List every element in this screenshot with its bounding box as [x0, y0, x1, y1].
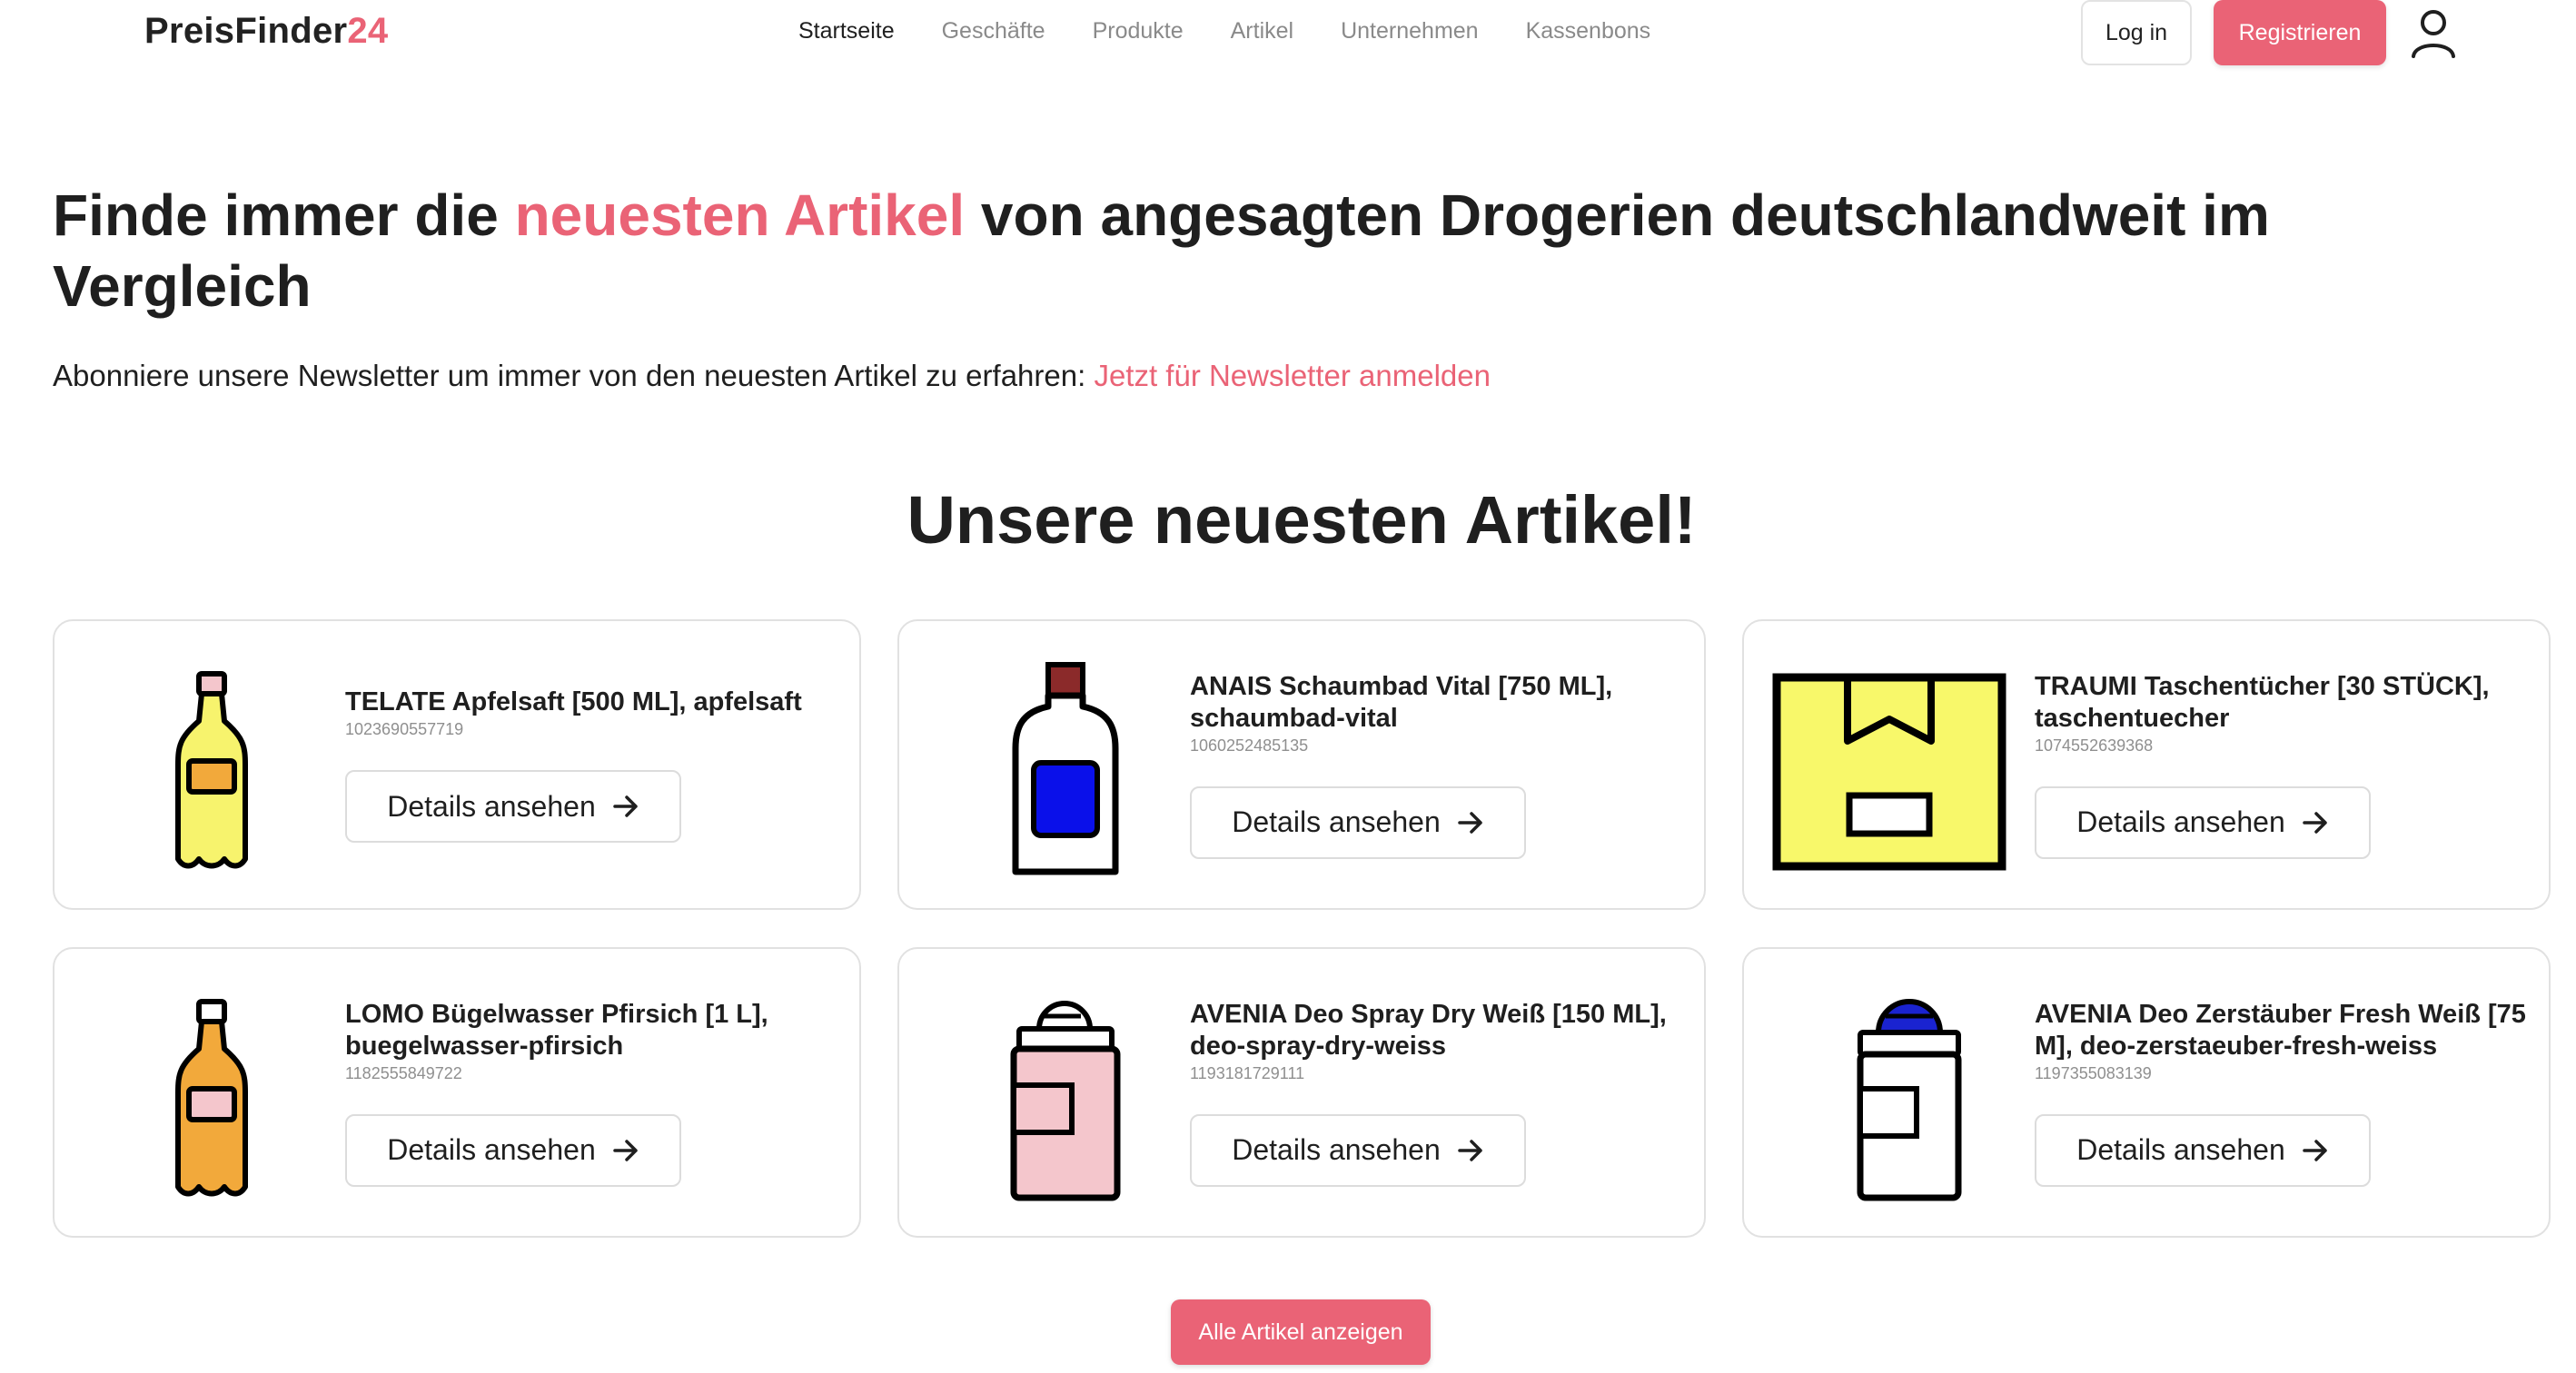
product-name: LOMO Bügelwasser Pfirsich [1 L], buegelw… — [345, 999, 768, 1061]
nav-artikel[interactable]: Artikel — [1231, 18, 1293, 44]
details-button[interactable]: Details ansehen — [1190, 1113, 1526, 1187]
product-name: AVENIA Deo Spray Dry Weiß [150 ML], deo-… — [1190, 999, 1667, 1061]
login-button[interactable]: Log in — [2081, 0, 2192, 65]
product-info: AVENIA Deo Spray Dry Weiß [150 ML], deo-… — [1190, 949, 1686, 1236]
product-ean: 1182555849722 — [345, 1063, 462, 1082]
product-card: AVENIA Deo Spray Dry Weiß [150 ML], deo-… — [897, 947, 1706, 1238]
product-card: TRAUMI Taschentücher [30 STÜCK], taschen… — [1742, 619, 2551, 910]
product-ean: 1060252485135 — [1190, 736, 1309, 755]
product-info: AVENIA Deo Zerstäuber Fresh Weiß [75 M],… — [2035, 949, 2531, 1236]
product-ean: 1023690557719 — [345, 720, 464, 738]
nav-startseite[interactable]: Startseite — [798, 18, 895, 44]
product-card: TELATE Apfelsaft [500 ML], apfelsaft 102… — [53, 619, 861, 910]
box-icon — [1772, 673, 2006, 871]
logo-accent: 24 — [347, 11, 389, 51]
arrow-right-icon — [1457, 811, 1482, 834]
main-nav: Startseite Geschäfte Produkte Artikel Un… — [798, 18, 1650, 44]
hero-title-accent: neuesten Artikel — [514, 183, 966, 248]
arrow-right-icon — [612, 1139, 638, 1161]
details-label: Details ansehen — [387, 789, 596, 823]
product-name: AVENIA Deo Zerstäuber Fresh Weiß [75 M],… — [2035, 999, 2526, 1061]
arrow-right-icon — [612, 795, 638, 817]
arrow-right-icon — [1457, 1139, 1482, 1161]
product-ean: 1074552639368 — [2035, 736, 2154, 755]
nav-kassenbons[interactable]: Kassenbons — [1526, 18, 1651, 44]
details-label: Details ansehen — [2076, 1133, 2285, 1166]
nav-geschaefte[interactable]: Geschäfte — [942, 18, 1045, 44]
details-button[interactable]: Details ansehen — [2035, 785, 2371, 859]
product-info: TELATE Apfelsaft [500 ML], apfelsaft 102… — [345, 621, 841, 908]
user-icon[interactable] — [2410, 7, 2457, 58]
newsletter-text: Abonniere unsere Newsletter um immer von… — [53, 359, 1491, 393]
product-ean: 1197355083139 — [2035, 1063, 2152, 1082]
nav-unternehmen[interactable]: Unternehmen — [1341, 18, 1478, 44]
newsletter-link[interactable]: Jetzt für Newsletter anmelden — [1094, 359, 1491, 392]
register-button[interactable]: Registrieren — [2214, 0, 2386, 65]
section-title: Unsere neuesten Artikel! — [907, 482, 1697, 558]
details-button[interactable]: Details ansehen — [345, 1113, 681, 1187]
spray-can-icon — [1010, 1001, 1121, 1201]
product-info: ANAIS Schaumbad Vital [750 ML], schaumba… — [1190, 621, 1686, 908]
details-label: Details ansehen — [387, 1133, 596, 1166]
details-label: Details ansehen — [1232, 805, 1441, 838]
yellow-bottle-icon — [175, 671, 248, 869]
product-card: ANAIS Schaumbad Vital [750 ML], schaumba… — [897, 619, 1706, 910]
product-name: TELATE Apfelsaft [500 ML], apfelsaft — [345, 687, 802, 716]
all-articles-button[interactable]: Alle Artikel anzeigen — [1171, 1299, 1431, 1365]
details-button[interactable]: Details ansehen — [1190, 785, 1526, 859]
product-name: TRAUMI Taschentücher [30 STÜCK], taschen… — [2035, 671, 2490, 733]
logo-text: PreisFinder — [144, 11, 348, 51]
product-card: AVENIA Deo Zerstäuber Fresh Weiß [75 M],… — [1742, 947, 2551, 1238]
site-header: PreisFinder24 Startseite Geschäfte Produ… — [0, 0, 2576, 69]
nav-produkte[interactable]: Produkte — [1093, 18, 1184, 44]
arrow-right-icon — [2302, 1139, 2327, 1161]
product-info: TRAUMI Taschentücher [30 STÜCK], taschen… — [2035, 621, 2531, 908]
site-logo[interactable]: PreisFinder24 — [144, 11, 388, 52]
details-label: Details ansehen — [2076, 805, 2285, 838]
bath-bottle-icon — [1012, 662, 1119, 875]
newsletter-description: Abonniere unsere Newsletter um immer von… — [53, 359, 1095, 392]
product-info: LOMO Bügelwasser Pfirsich [1 L], buegelw… — [345, 949, 841, 1236]
hero-title: Finde immer die neuesten Artikel von ang… — [53, 180, 2505, 321]
arrow-right-icon — [2302, 811, 2327, 834]
details-button[interactable]: Details ansehen — [2035, 1113, 2371, 1187]
details-label: Details ansehen — [1232, 1133, 1441, 1166]
product-name: ANAIS Schaumbad Vital [750 ML], schaumba… — [1190, 671, 1613, 733]
product-ean: 1193181729111 — [1190, 1063, 1305, 1082]
hero-title-part1: Finde immer die — [53, 183, 515, 248]
details-button[interactable]: Details ansehen — [345, 770, 681, 843]
product-card: LOMO Bügelwasser Pfirsich [1 L], buegelw… — [53, 947, 861, 1238]
roll-on-icon — [1857, 999, 1962, 1201]
orange-bottle-icon — [175, 999, 248, 1197]
